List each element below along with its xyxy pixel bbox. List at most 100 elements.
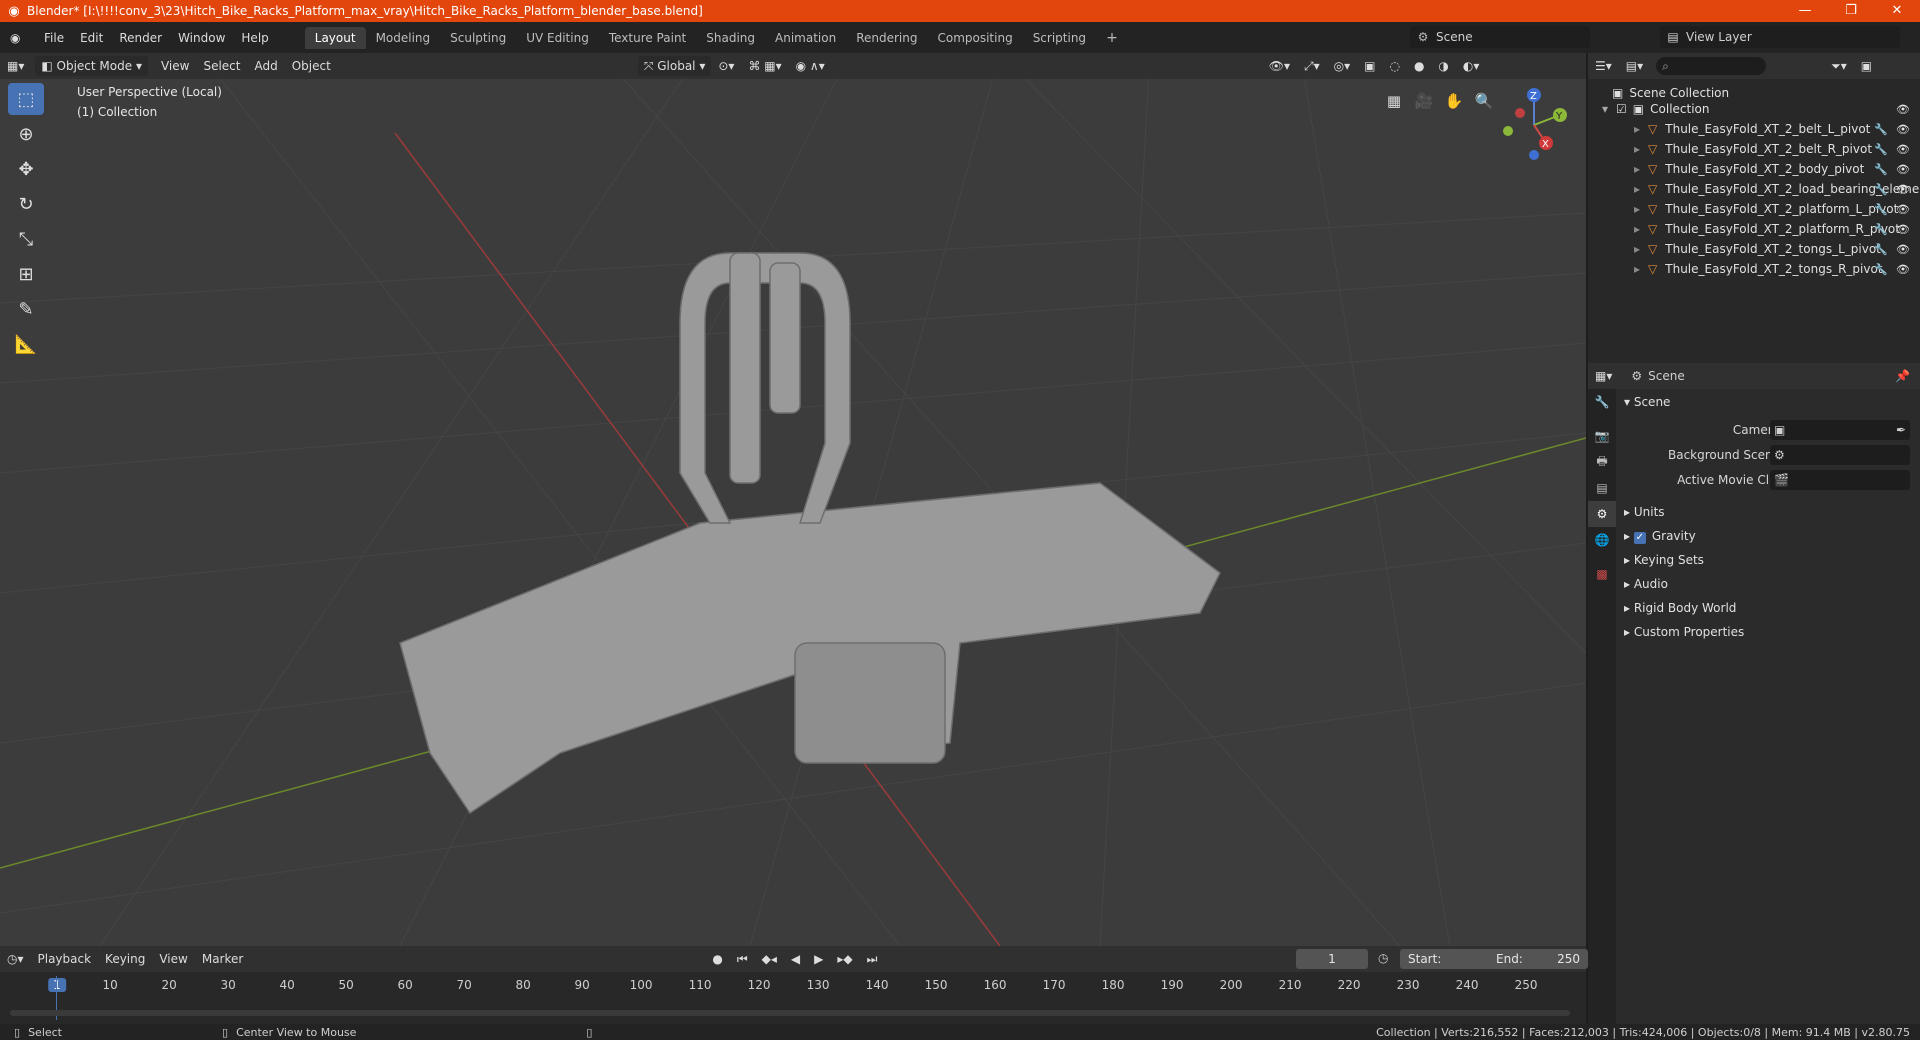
pin-icon[interactable]: 📌 [1895,369,1910,383]
transform-tool-icon[interactable]: ⊞ [8,258,44,290]
tab-texture-paint[interactable]: Texture Paint [599,27,696,49]
navigation-gizmo[interactable]: Z Y X [1498,85,1578,165]
maximize-button[interactable]: ❐ [1828,0,1874,22]
shading-solid-icon[interactable]: ● [1407,59,1431,73]
outliner-item[interactable]: ▸ ▽ Thule_EasyFold_XT_2_tongs_L_pivot 🔧 👁 [1588,239,1920,259]
3d-viewport[interactable]: ▦▾ ◧ Object Mode ▾ View Select Add Objec… [0,53,1586,946]
play-icon[interactable]: ▶ [807,952,830,966]
units-panel[interactable]: ▸ Units [1624,505,1665,519]
add-workspace-button[interactable]: + [1096,26,1128,50]
eye-icon[interactable]: 👁 [1896,183,1910,196]
camera-view-icon[interactable]: 🎥 [1410,87,1438,115]
move-tool-icon[interactable]: ✥ [8,153,44,185]
eye-icon[interactable]: 👁 [1896,123,1910,136]
custom-properties-panel[interactable]: ▸ Custom Properties [1624,625,1744,639]
menu-file[interactable]: File [36,31,72,45]
shading-wireframe-icon[interactable]: ◌ [1382,59,1406,73]
menu-object[interactable]: Object [285,59,338,73]
modifier-icon[interactable]: 🔧 [1874,203,1888,216]
movie-clip-field[interactable]: 🎬 [1770,470,1910,490]
expand-arrow-icon[interactable]: ▸ [1634,142,1640,156]
blender-menu-icon[interactable]: ◉ [10,31,30,45]
outliner-collection[interactable]: ▾ ☑ ▣ Collection 👁 [1588,99,1920,119]
outliner-item[interactable]: ▸ ▽ Thule_EasyFold_XT_2_tongs_R_pivot 🔧 👁 [1588,259,1920,279]
properties-editor-type-icon[interactable]: ▦▾ [1588,369,1619,383]
tab-sculpting[interactable]: Sculpting [440,27,516,49]
expand-arrow-icon[interactable]: ▸ [1634,162,1640,176]
tab-scripting[interactable]: Scripting [1023,27,1096,49]
rotate-tool-icon[interactable]: ↻ [8,188,44,220]
menu-edit[interactable]: Edit [72,31,111,45]
modifier-icon[interactable]: 🔧 [1874,183,1888,196]
tab-modeling[interactable]: Modeling [366,27,441,49]
expand-arrow-icon[interactable]: ▸ [1634,262,1640,276]
menu-marker[interactable]: Marker [195,952,250,966]
view-layer-selector[interactable]: ▤ View Layer [1660,26,1900,48]
close-button[interactable]: ✕ [1874,0,1920,22]
outliner-item[interactable]: ▸ ▽ Thule_EasyFold_XT_2_belt_L_pivot 🔧 👁 [1588,119,1920,139]
gravity-checkbox[interactable]: ✓ [1633,532,1646,544]
overlay-toggle-icon[interactable]: ◎▾ [1327,59,1358,73]
shading-material-icon[interactable]: ◑ [1431,59,1455,73]
outliner-item[interactable]: ▸ ▽ Thule_EasyFold_XT_2_platform_R_pivot 🔧 👁 [1588,219,1920,239]
tab-shading[interactable]: Shading [696,27,765,49]
menu-select[interactable]: Select [196,59,247,73]
outliner-editor-type-icon[interactable]: ☰▾ [1588,59,1619,73]
tab-uv-editing[interactable]: UV Editing [516,27,599,49]
expand-arrow-icon[interactable]: ▸ [1634,222,1640,236]
editor-type-icon[interactable]: ▦▾ [0,59,31,73]
measure-tool-icon[interactable]: 📐 [8,328,44,360]
render-tab-icon[interactable]: 📷 [1588,423,1616,449]
rigid-body-world-panel[interactable]: ▸ Rigid Body World [1624,601,1736,615]
transform-orientation-dropdown[interactable]: ⤧ Global ▾ [637,56,712,76]
stopwatch-icon[interactable]: ◷ [1378,951,1388,965]
modifier-icon[interactable]: 🔧 [1874,263,1888,276]
background-scene-field[interactable]: ⚙ [1770,445,1910,465]
collapse-arrow-icon[interactable]: ▾ [1602,102,1608,116]
menu-window[interactable]: Window [170,31,233,45]
modifier-icon[interactable]: 🔧 [1874,123,1888,136]
modifier-icon[interactable]: 🔧 [1874,163,1888,176]
tab-compositing[interactable]: Compositing [927,27,1022,49]
tab-animation[interactable]: Animation [765,27,846,49]
record-icon[interactable]: ● [705,952,729,966]
play-reverse-icon[interactable]: ◀ [784,952,807,966]
expand-arrow-icon[interactable]: ▸ [1634,182,1640,196]
texture-tab-icon[interactable]: ▩ [1588,561,1616,587]
shading-rendered-icon[interactable]: ◐▾ [1456,59,1487,73]
end-frame-field[interactable]: End: 250 [1488,949,1588,969]
zoom-view-icon[interactable]: 🔍 [1470,87,1498,115]
eyedropper-icon[interactable]: ✒ [1896,423,1906,437]
snap-icon[interactable]: ⌘ ▦▾ [741,59,788,73]
eye-icon[interactable]: 👁 [1896,203,1910,216]
view-layer-tab-icon[interactable]: ▤ [1588,475,1616,501]
jump-end-icon[interactable]: ⏭ [860,952,885,967]
outliner-item[interactable]: ▸ ▽ Thule_EasyFold_XT_2_platform_L_pivot 🔧 👁 [1588,199,1920,219]
select-box-tool-icon[interactable]: ⬚ [8,83,44,115]
modifier-icon[interactable]: 🔧 [1874,243,1888,256]
outliner-item[interactable]: ▸ ▽ Thule_EasyFold_XT_2_load_bearing_eleme… [1588,179,1920,199]
output-tab-icon[interactable]: 🖶 [1588,449,1616,475]
gravity-panel[interactable]: ▸ ✓ Gravity [1624,529,1696,544]
world-tab-icon[interactable]: 🌐 [1588,527,1616,553]
audio-panel[interactable]: ▸ Audio [1624,577,1668,591]
eye-icon[interactable]: 👁 [1896,103,1910,116]
prev-keyframe-icon[interactable]: ◆◂ [755,952,784,966]
expand-arrow-icon[interactable]: ▸ [1634,122,1640,136]
tool-tab-icon[interactable]: 🔧 [1588,389,1616,415]
menu-add[interactable]: Add [247,59,284,73]
minimize-button[interactable]: — [1782,0,1828,22]
eye-icon[interactable]: 👁 [1896,263,1910,276]
timeline-editor-type-icon[interactable]: ◷▾ [0,952,31,966]
gizmo-toggle-icon[interactable]: ⤢▾ [1297,59,1327,74]
scene-tab-icon[interactable]: ⚙ [1588,501,1616,527]
pan-view-icon[interactable]: ✋ [1440,87,1468,115]
eye-icon[interactable]: 👁 [1896,243,1910,256]
timeline-scale[interactable]: 1 10 20 30 40 50 60 70 80 90 100 110 120 130 140 150 160… [0,976,1586,998]
menu-playback[interactable]: Playback [31,952,99,966]
mode-dropdown[interactable]: ◧ Object Mode ▾ [35,56,148,76]
new-collection-icon[interactable]: ▣ [1854,59,1879,73]
visibility-icon[interactable]: 👁▾ [1262,59,1297,73]
proportional-edit-icon[interactable]: ◉ ∧▾ [789,59,832,73]
collection-checkbox[interactable]: ☑ [1616,102,1627,116]
